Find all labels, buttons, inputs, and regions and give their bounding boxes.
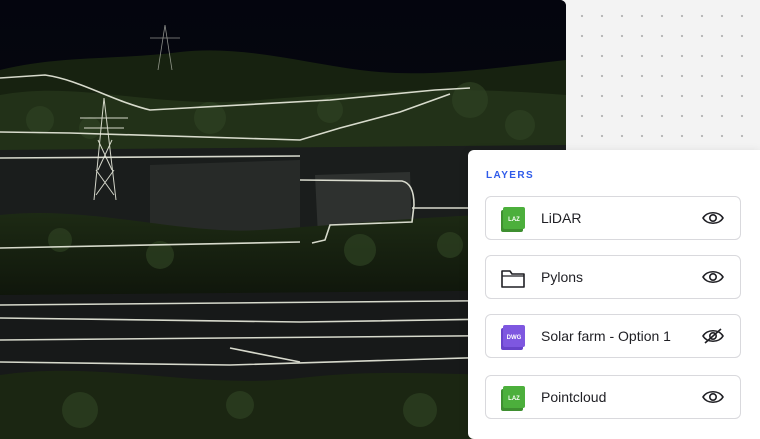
layer-row-lidar[interactable]: LAZ LiDAR	[485, 196, 741, 240]
eye-icon[interactable]	[702, 268, 724, 286]
laz-file-icon: LAZ	[501, 386, 525, 411]
layer-row-solar-farm[interactable]: DWG Solar farm - Option 1	[485, 314, 741, 358]
dwg-file-icon: DWG	[501, 325, 525, 350]
svg-text:LAZ: LAZ	[508, 217, 520, 223]
layer-label: Pointcloud	[541, 389, 607, 405]
layers-panel: LAYERS LAZ LiDAR Pylons DWG Solar farm -…	[468, 150, 760, 439]
folder-icon	[501, 270, 525, 288]
eye-off-icon[interactable]	[702, 327, 724, 345]
layers-panel-title: LAYERS	[486, 170, 535, 181]
layer-row-pylons[interactable]: Pylons	[485, 255, 741, 299]
eye-icon[interactable]	[702, 209, 724, 227]
layer-label: Pylons	[541, 269, 584, 285]
layer-label: Solar farm - Option 1	[541, 328, 671, 344]
dotted-background	[566, 0, 760, 150]
layer-row-pointcloud[interactable]: LAZ Pointcloud	[485, 375, 741, 419]
svg-text:LAZ: LAZ	[508, 396, 520, 402]
eye-icon[interactable]	[702, 388, 724, 406]
svg-text:DWG: DWG	[507, 335, 522, 341]
laz-file-icon: LAZ	[501, 207, 525, 232]
layer-label: LiDAR	[541, 210, 582, 226]
